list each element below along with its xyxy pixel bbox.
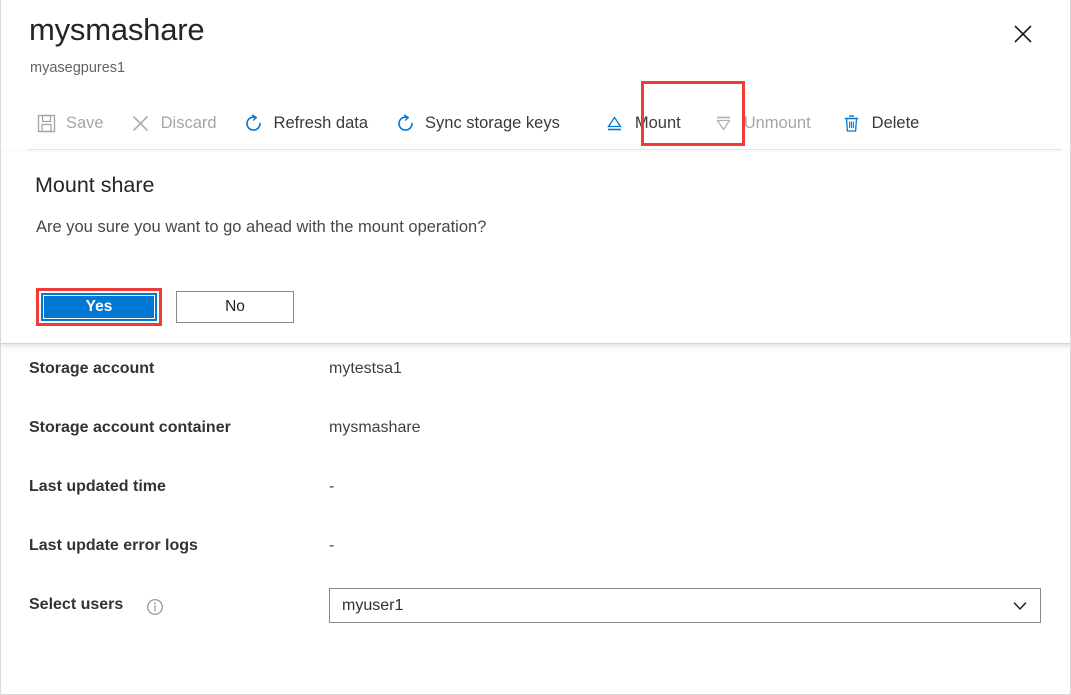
no-button[interactable]: No [176,291,294,323]
property-row-last-update-error-logs: Last update error logs - [1,523,1071,582]
discard-button[interactable]: Discard [130,100,217,146]
save-icon [35,112,57,134]
save-button[interactable]: Save [35,100,104,146]
property-row-select-users: Select users myuser1 [1,582,1071,652]
yes-button-highlight-box: Yes [36,288,162,326]
discard-icon [130,112,152,134]
sync-icon [394,112,416,134]
property-value: - [329,478,334,496]
info-icon[interactable] [146,598,164,616]
property-row-storage-account: Storage account mytestsa1 [1,346,1071,405]
page-subtitle: myasegpures1 [30,60,125,76]
refresh-data-label: Refresh data [274,114,368,133]
unmount-icon [713,112,735,134]
mount-button[interactable]: Mount [604,100,681,146]
property-label: Last updated time [29,478,166,496]
property-value: mysmashare [329,419,421,437]
unmount-button[interactable]: Unmount [713,100,811,146]
select-users-dropdown[interactable]: myuser1 [329,588,1041,623]
select-users-value: myuser1 [342,597,403,615]
delete-label: Delete [872,114,920,133]
property-label: Storage account container [29,419,231,437]
refresh-data-button[interactable]: Refresh data [243,100,368,146]
close-icon [1012,23,1034,45]
discard-label: Discard [161,114,217,133]
property-row-storage-account-container: Storage account container mysmashare [1,405,1071,464]
sync-storage-keys-label: Sync storage keys [425,114,560,133]
refresh-icon [243,112,265,134]
page-title: mysmashare [29,12,204,48]
property-value: - [329,537,334,555]
mount-label: Mount [635,114,681,133]
property-label: Storage account [29,360,154,378]
property-value: mytestsa1 [329,360,402,378]
property-row-last-updated-time: Last updated time - [1,464,1071,523]
delete-button[interactable]: Delete [841,100,920,146]
delete-icon [841,112,863,134]
azure-share-blade: mysmashare myasegpures1 Save [0,0,1071,695]
blade-header: mysmashare myasegpures1 Save [1,0,1071,150]
dialog-message: Are you sure you want to go ahead with t… [36,218,486,237]
mount-share-dialog: Mount share Are you sure you want to go … [1,152,1071,344]
unmount-label: Unmount [744,114,811,133]
share-properties: Storage account mytestsa1 Storage accoun… [1,346,1071,652]
sync-storage-keys-button[interactable]: Sync storage keys [394,100,560,146]
mount-icon [604,112,626,134]
property-label: Last update error logs [29,537,198,555]
save-label: Save [66,114,104,133]
toolbar-separator [27,149,1062,150]
command-toolbar: Save Discard Refresh [1,99,1071,147]
close-button[interactable] [1007,18,1039,50]
select-users-label: Select users [29,596,123,614]
dialog-title: Mount share [35,173,155,198]
yes-button[interactable]: Yes [41,293,157,321]
chevron-down-icon [1012,598,1028,614]
